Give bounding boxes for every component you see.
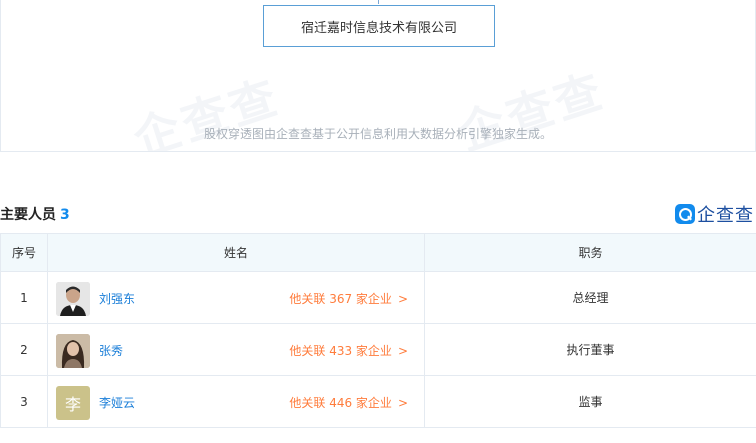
row-number: 3 xyxy=(0,375,48,428)
position-cell: 执行董事 xyxy=(424,323,756,376)
person-name-link[interactable]: 张秀 xyxy=(99,342,123,359)
section-title-text: 主要人员 xyxy=(0,207,56,223)
avatar[interactable]: 李 xyxy=(56,386,90,420)
staff-table: 序号 姓名 职务 1 刘强东 他关联 367 家企业 > 总经理 2 张秀 他关… xyxy=(0,233,756,428)
row-number: 1 xyxy=(0,271,48,324)
company-name: 宿迁嘉时信息技术有限公司 xyxy=(300,20,457,36)
related-prefix: 他关联 xyxy=(289,396,326,410)
position-cell: 监事 xyxy=(424,375,756,428)
name-cell: 刘强东 他关联 367 家企业 > xyxy=(47,271,425,324)
staff-section-header: 主要人员 3 企查查 xyxy=(0,201,756,227)
related-count: 433 xyxy=(329,344,353,358)
chevron-right-icon: > xyxy=(397,344,408,358)
row-number: 2 xyxy=(0,323,48,376)
related-suffix: 家企业 xyxy=(355,396,392,410)
related-companies-link[interactable]: 他关联 446 家企业 > xyxy=(289,394,408,411)
company-node[interactable]: 宿迁嘉时信息技术有限公司 xyxy=(263,5,495,47)
related-prefix: 他关联 xyxy=(289,292,326,306)
chevron-right-icon: > xyxy=(397,292,408,306)
column-header-position: 职务 xyxy=(424,233,756,272)
table-row: 3 李 李娅云 他关联 446 家企业 > 监事 xyxy=(0,375,756,428)
name-cell: 李 李娅云 他关联 446 家企业 > xyxy=(47,375,425,428)
position-cell: 总经理 xyxy=(424,271,756,324)
section-count: 3 xyxy=(60,207,70,223)
related-suffix: 家企业 xyxy=(355,292,392,306)
chevron-right-icon: > xyxy=(397,396,408,410)
related-count: 367 xyxy=(329,292,353,306)
table-row: 1 刘强东 他关联 367 家企业 > 总经理 xyxy=(0,271,756,324)
name-cell: 张秀 他关联 433 家企业 > xyxy=(47,323,425,376)
related-companies-link[interactable]: 他关联 367 家企业 > xyxy=(289,290,408,307)
column-header-no: 序号 xyxy=(0,233,48,272)
avatar[interactable] xyxy=(56,282,90,316)
table-header-row: 序号 姓名 职务 xyxy=(0,233,756,272)
avatar[interactable] xyxy=(56,334,90,368)
related-companies-link[interactable]: 他关联 433 家企业 > xyxy=(289,342,408,359)
brand-text: 企查查 xyxy=(697,205,754,226)
qcc-logo-icon xyxy=(675,204,695,224)
section-title: 主要人员 3 xyxy=(0,204,70,224)
related-prefix: 他关联 xyxy=(289,344,326,358)
related-suffix: 家企业 xyxy=(355,344,392,358)
chart-note: 股权穿透图由企查查基于公开信息利用大数据分析引擎独家生成。 xyxy=(203,127,552,141)
brand-logo[interactable]: 企查查 xyxy=(675,201,754,227)
table-row: 2 张秀 他关联 433 家企业 > 执行董事 xyxy=(0,323,756,376)
related-count: 446 xyxy=(329,396,353,410)
person-name-link[interactable]: 刘强东 xyxy=(99,290,135,307)
chart-connector-line xyxy=(378,0,379,4)
equity-chart-panel: 宿迁嘉时信息技术有限公司 企查查 企查查 股权穿透图由企查查基于公开信息利用大数… xyxy=(0,0,756,152)
column-header-name: 姓名 xyxy=(47,233,425,272)
person-name-link[interactable]: 李娅云 xyxy=(99,394,135,411)
